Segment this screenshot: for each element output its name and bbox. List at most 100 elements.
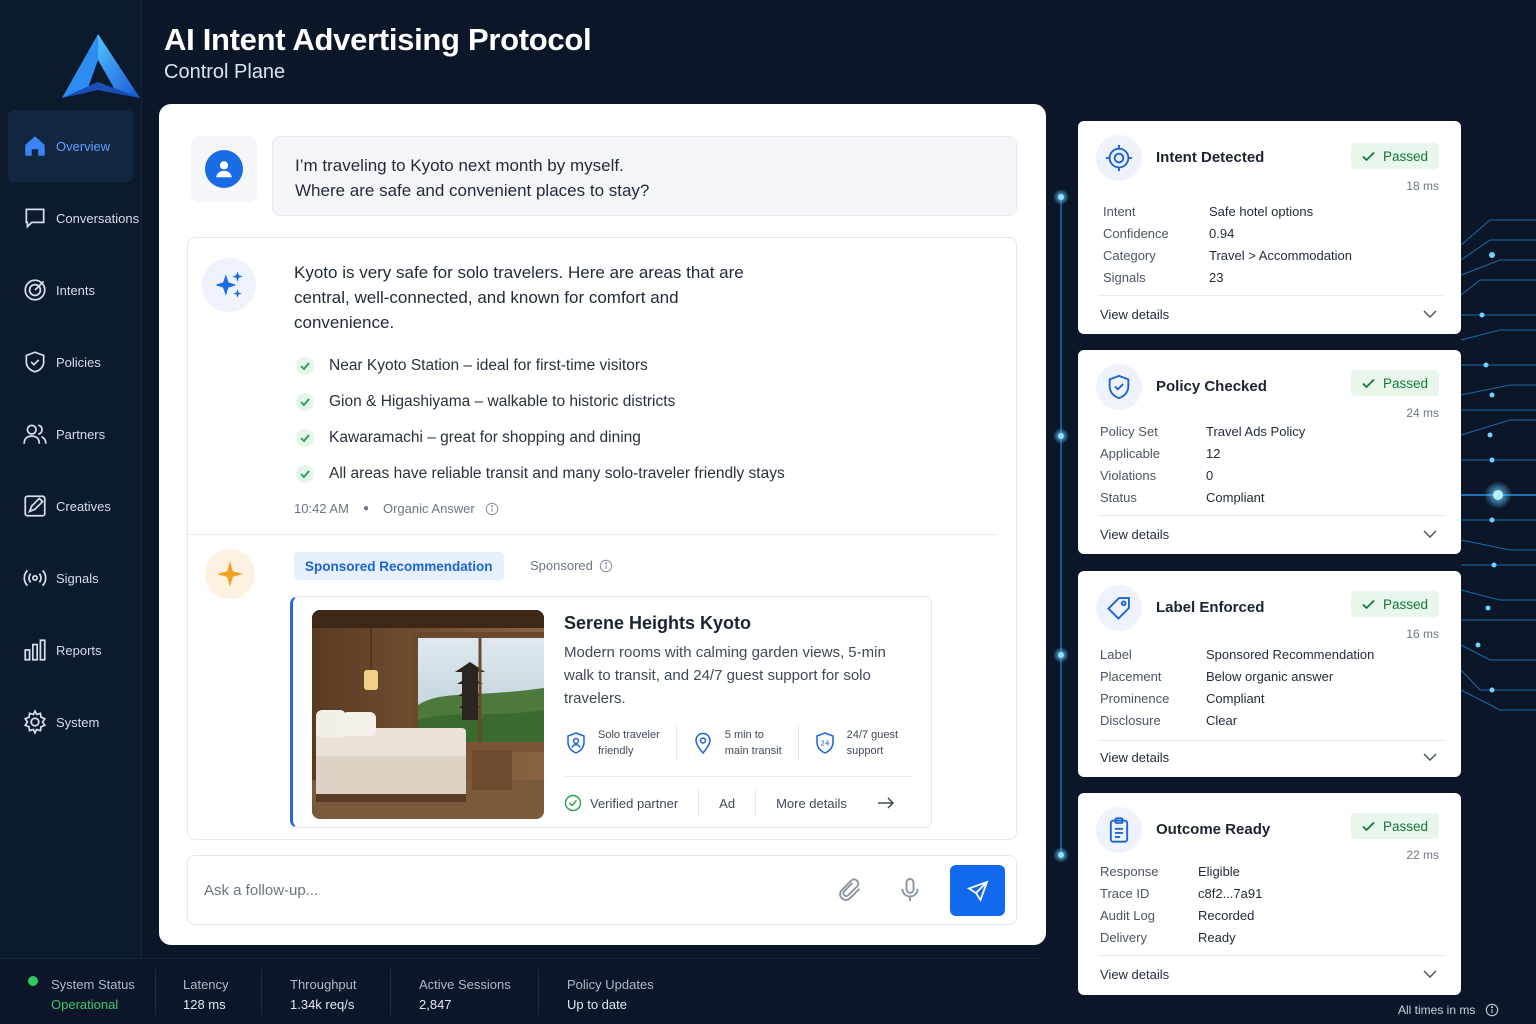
list-item-text: All areas have reliable transit and many… <box>329 465 785 482</box>
view-details-button[interactable]: View details <box>1100 523 1437 545</box>
microphone-icon[interactable] <box>896 876 924 904</box>
card-duration: 22 ms <box>1406 848 1439 862</box>
divider <box>1098 740 1445 741</box>
verified-label: Verified partner <box>590 795 679 811</box>
sidebar-item-label: Reports <box>56 642 102 658</box>
info-icon[interactable] <box>1485 1003 1499 1017</box>
detail-row: Placement Below organic answer <box>1100 665 1374 687</box>
divider <box>155 969 156 1015</box>
view-details-button[interactable]: View details <box>1100 963 1437 985</box>
sidebar-item-label: Conversations <box>56 210 140 226</box>
ad-card[interactable]: Serene Heights Kyoto Modern rooms with c… <box>290 596 932 828</box>
divider <box>261 969 262 1015</box>
card-duration: 18 ms <box>1406 179 1439 193</box>
list-item-text: Kawaramachi – great for shopping and din… <box>329 429 641 446</box>
sidebar-item-signals[interactable]: Signals <box>8 542 133 614</box>
detail-value: Below organic answer <box>1206 668 1334 684</box>
target-icon <box>1105 144 1133 172</box>
sidebar-item-creatives[interactable]: Creatives <box>8 470 133 542</box>
location-pin-icon <box>695 732 711 755</box>
info-icon[interactable] <box>485 502 499 516</box>
chevron-down-icon <box>1423 753 1437 761</box>
page-subtitle: Control Plane <box>164 61 286 83</box>
stat-value: Operational <box>51 997 119 1012</box>
24-hour-icon: 24 <box>815 732 834 754</box>
sidebar-item-policies[interactable]: Policies <box>8 326 133 398</box>
sidebar-item-label: Policies <box>56 354 101 370</box>
feature-line: support <box>846 745 884 757</box>
ad-feature: 5 min to main transit <box>691 725 799 761</box>
check-icon <box>296 465 314 483</box>
list-item-text: Near Kyoto Station – ideal for first-tim… <box>329 357 648 374</box>
card-title: Outcome Ready <box>1156 821 1271 838</box>
more-details-link[interactable]: More details <box>776 796 895 811</box>
follow-up-input[interactable] <box>204 876 804 904</box>
sidebar-item-label: Intents <box>56 282 96 298</box>
feature-line: 5 min to <box>724 729 764 741</box>
list-item: All areas have reliable transit and many… <box>296 456 785 492</box>
send-button[interactable] <box>950 865 1005 916</box>
sidebar-item-reports[interactable]: Reports <box>8 614 133 686</box>
check-icon <box>1362 378 1375 388</box>
detail-key: Audit Log <box>1100 907 1155 923</box>
verified-check-icon <box>564 794 582 812</box>
svg-text:24: 24 <box>820 740 829 748</box>
intent-detected-card: Intent Detected Passed 18 ms Intent Safe … <box>1078 121 1461 334</box>
hotel-room-image <box>312 610 544 819</box>
detail-value: Compliant <box>1206 690 1265 706</box>
arrow-right-icon <box>877 797 894 809</box>
view-details-button[interactable]: View details <box>1100 303 1437 325</box>
card-details: Intent Safe hotel options Confidence 0.94 … <box>1103 200 1352 288</box>
paperclip-icon[interactable] <box>836 876 864 904</box>
view-details-label: View details <box>1100 306 1170 322</box>
detail-value: Travel Ads Policy <box>1206 423 1306 439</box>
sparkle-icon <box>215 271 243 298</box>
view-details-label: View details <box>1100 526 1170 542</box>
check-icon <box>296 357 314 375</box>
sidebar-item-system[interactable]: System <box>8 686 133 758</box>
bar-chart-icon <box>24 639 46 661</box>
avatar <box>205 150 243 188</box>
status-badge: Passed <box>1351 370 1439 396</box>
info-icon[interactable] <box>599 559 613 573</box>
detail-key: Delivery <box>1100 929 1147 945</box>
detail-key: Confidence <box>1103 225 1169 241</box>
view-details-button[interactable]: View details <box>1100 746 1437 768</box>
ad-label: Ad <box>719 795 736 811</box>
gear-icon <box>23 709 47 735</box>
user-avatar-box <box>191 136 257 202</box>
sidebar-item-intents[interactable]: Intents <box>8 254 133 326</box>
shield-check-icon <box>1108 374 1130 400</box>
users-icon <box>23 424 47 444</box>
signal-icon <box>23 569 47 587</box>
detail-value: Travel > Accommodation <box>1209 247 1352 263</box>
status-bar: System Status Operational Latency 128 ms… <box>0 958 1040 1024</box>
detail-value: 12 <box>1206 445 1221 461</box>
detail-row: Policy Set Travel Ads Policy <box>1100 420 1305 442</box>
divider <box>538 969 539 1015</box>
card-title: Intent Detected <box>1156 149 1265 166</box>
detail-value: Ready <box>1198 929 1236 945</box>
feature-line: friendly <box>598 745 634 757</box>
ad-features: Solo traveler friendly 5 min to main trans… <box>564 725 928 761</box>
status-badge: Passed <box>1351 143 1439 169</box>
card-details: Policy Set Travel Ads Policy Applicable 12… <box>1100 420 1305 508</box>
stat-label: Throughput <box>290 977 357 992</box>
card-icon-container <box>1096 135 1142 181</box>
tag-icon <box>1107 597 1130 620</box>
card-icon-container <box>1096 807 1142 853</box>
check-icon <box>296 393 314 411</box>
divider <box>1098 295 1445 296</box>
sidebar-item-conversations[interactable]: Conversations <box>8 182 139 254</box>
ad-title[interactable]: Serene Heights Kyoto <box>564 613 751 634</box>
sponsored-disclosure: Sponsored <box>530 558 613 573</box>
user-message: I’m traveling to Kyoto next month by mys… <box>272 136 1017 216</box>
stat-value: 2,847 <box>419 997 452 1012</box>
outcome-ready-card: Outcome Ready Passed 22 ms Response Eligi… <box>1078 793 1461 995</box>
sidebar-item-overview[interactable]: Overview <box>8 110 133 182</box>
divider <box>188 534 998 535</box>
sidebar-item-partners[interactable]: Partners <box>8 398 133 470</box>
detail-row: Intent Safe hotel options <box>1103 200 1352 222</box>
policy-checked-card: Policy Checked Passed 24 ms Policy Set Tr… <box>1078 350 1461 554</box>
detail-row: Signals 23 <box>1103 266 1352 288</box>
